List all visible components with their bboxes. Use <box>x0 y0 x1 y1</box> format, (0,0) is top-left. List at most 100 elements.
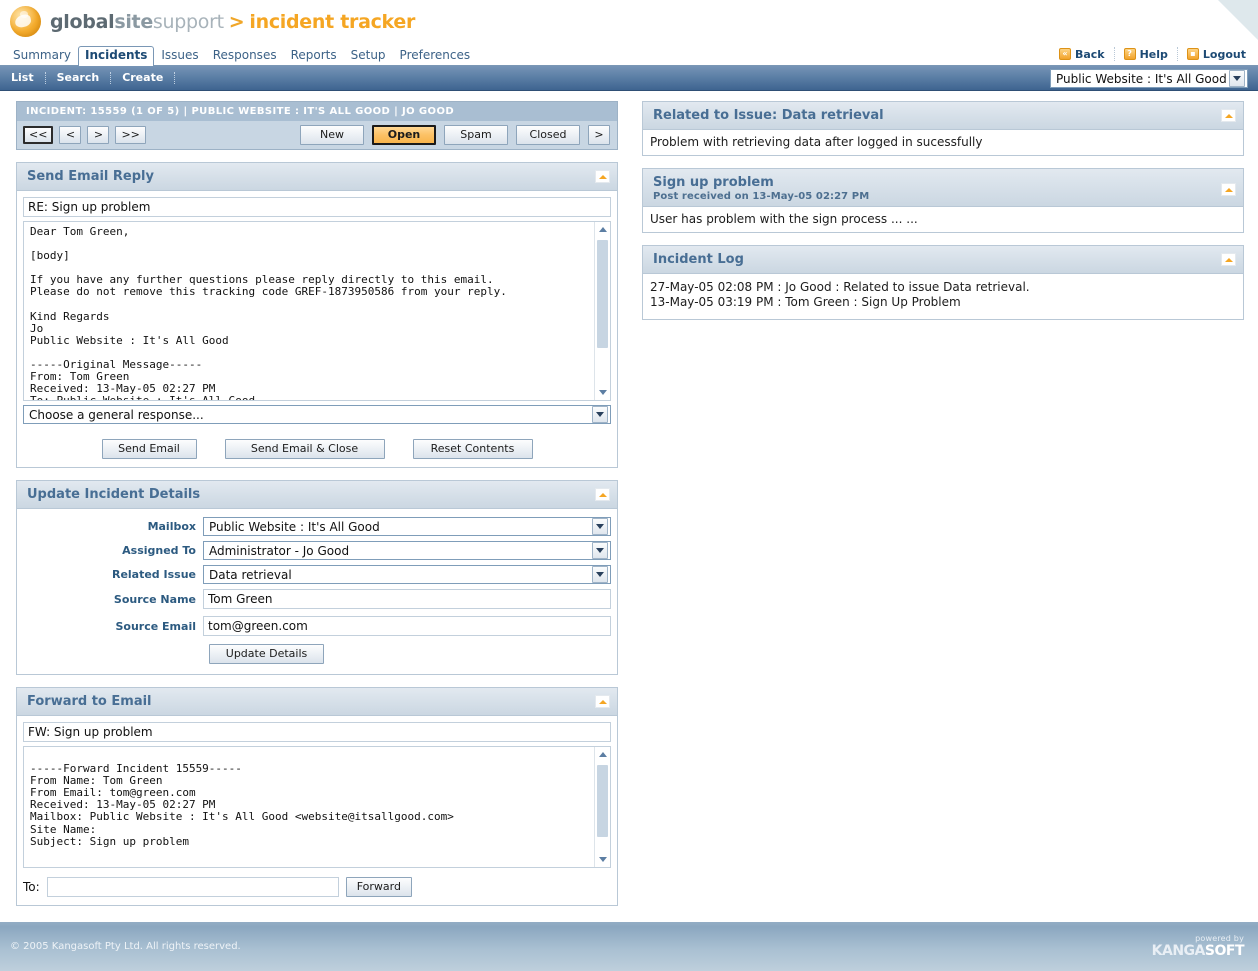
forward-to-email-body: -----Forward Incident 15559----- From Na… <box>17 716 617 905</box>
related-issue-body: Problem with retrieving data after logge… <box>643 130 1243 155</box>
assigned-to-select[interactable]: Administrator - Jo Good <box>203 541 611 560</box>
status-spam-button[interactable]: Spam <box>444 124 508 145</box>
application-page: globalsitesupport > incident tracker Summa… <box>0 0 1258 971</box>
tab-reports[interactable]: Reports <box>284 46 344 66</box>
update-incident-details-body: Mailbox Public Website : It's All Good A… <box>17 509 617 674</box>
chevron-down-icon[interactable] <box>592 406 608 423</box>
sub-navigation: List Search Create Public Website : It's… <box>0 66 1258 91</box>
chevron-up-icon[interactable] <box>1221 253 1236 266</box>
pager-first-button[interactable]: << <box>23 125 54 144</box>
scroll-up-icon[interactable] <box>595 222 610 237</box>
tab-preferences[interactable]: Preferences <box>393 46 478 66</box>
tab-setup[interactable]: Setup <box>344 46 393 66</box>
reply-subject-input[interactable] <box>23 197 611 217</box>
help-label: Help <box>1139 47 1168 61</box>
brand-text: globalsitesupport > incident tracker <box>50 11 415 33</box>
back-label: Back <box>1074 47 1105 61</box>
forward-body-textarea[interactable]: -----Forward Incident 15559----- From Na… <box>24 747 610 867</box>
field-row-related-issue: Related Issue Data retrieval <box>23 565 611 584</box>
incident-log-body: 27-May-05 02:08 PM : Jo Good : Related t… <box>643 274 1243 319</box>
brand-site: site <box>114 10 153 33</box>
forward-to-email-title: Forward to Email <box>27 694 152 709</box>
incident-log-header: Incident Log <box>643 246 1243 274</box>
vendor-name-part2: SOFT <box>1204 943 1245 959</box>
assigned-to-value: Administrator - Jo Good <box>209 543 350 558</box>
chevron-down-icon[interactable] <box>592 542 608 559</box>
field-mailbox: Public Website : It's All Good <box>203 517 611 536</box>
help-icon: ? <box>1123 48 1136 60</box>
scroll-down-icon[interactable] <box>595 385 610 400</box>
chevron-down-icon[interactable] <box>592 518 608 535</box>
chevron-up-icon[interactable] <box>1221 109 1236 122</box>
field-row-source-email: Source Email <box>23 616 611 636</box>
send-email-reply-title: Send Email Reply <box>27 169 154 184</box>
main-navigation: Summary Incidents Issues Responses Repor… <box>0 45 1258 67</box>
forward-button[interactable]: Forward <box>345 877 412 897</box>
chevron-up-icon[interactable] <box>1221 183 1236 196</box>
related-issue-select[interactable]: Data retrieval <box>203 565 611 584</box>
logout-link[interactable]: ▪ Logout <box>1178 47 1250 61</box>
chevron-up-icon[interactable] <box>595 488 610 501</box>
forward-to-email-panel: Forward to Email -----Forward Incident 1… <box>16 687 618 906</box>
reply-body-textarea[interactable]: Dear Tom Green, [body] If you have any f… <box>24 222 610 400</box>
related-issue-title: Related to Issue: Data retrieval <box>653 108 884 123</box>
scroll-up-icon[interactable] <box>595 747 610 762</box>
chevron-down-icon[interactable] <box>592 566 608 583</box>
subnav-item-search[interactable]: Search <box>46 72 112 84</box>
chevron-down-icon[interactable] <box>1229 70 1245 87</box>
scroll-down-icon[interactable] <box>595 852 610 867</box>
incident-log-entry: 13-May-05 03:19 PM : Tom Green : Sign Up… <box>650 295 961 309</box>
mailbox-detail-select[interactable]: Public Website : It's All Good <box>203 517 611 536</box>
status-open-button[interactable]: Open <box>372 124 436 145</box>
pager-prev-button[interactable]: < <box>59 125 82 144</box>
subnav-item-list[interactable]: List <box>8 72 46 84</box>
chevron-up-icon[interactable] <box>595 170 610 183</box>
related-issue-panel: Related to Issue: Data retrieval Problem… <box>642 101 1244 156</box>
post-text: User has problem with the sign process .… <box>650 212 918 226</box>
pager-next-button[interactable]: > <box>87 125 110 144</box>
forward-subject-input[interactable] <box>23 722 611 742</box>
scrollbar-thumb[interactable] <box>597 765 608 837</box>
tab-responses[interactable]: Responses <box>206 46 284 66</box>
status-new-button[interactable]: New <box>300 124 364 145</box>
send-email-and-close-button[interactable]: Send Email & Close <box>224 439 385 459</box>
update-incident-details-header: Update Incident Details <box>17 481 617 509</box>
reply-body-scrollbar[interactable] <box>594 222 610 400</box>
incident-log-panel: Incident Log 27-May-05 02:08 PM : Jo Goo… <box>642 245 1244 320</box>
incident-actions: << < > >> New Open Spam Closed > <box>17 121 617 149</box>
back-icon: « <box>1058 48 1071 60</box>
powered-by-label: powered by <box>1195 934 1244 943</box>
pager-last-button[interactable]: >> <box>115 125 146 144</box>
mailbox-select[interactable]: Public Website : It's All Good <box>1050 69 1248 88</box>
brand-logo[interactable]: globalsitesupport > incident tracker <box>10 6 415 37</box>
brand-support: support <box>152 10 224 33</box>
field-related-issue: Data retrieval <box>203 565 611 584</box>
mailbox-select-wrapper: Public Website : It's All Good <box>1050 69 1248 88</box>
reset-contents-button[interactable]: Reset Contents <box>412 439 533 459</box>
vendor-logo: powered by KANGASOFT <box>1152 934 1245 959</box>
incident-pager: << < > >> <box>23 125 146 144</box>
forward-to-input[interactable] <box>46 877 339 897</box>
source-email-input[interactable] <box>203 616 611 636</box>
status-more-button[interactable]: > <box>588 124 610 145</box>
forward-body-scrollbar[interactable] <box>594 747 610 867</box>
vendor-name: KANGASOFT <box>1152 943 1245 959</box>
source-name-input[interactable] <box>203 589 611 609</box>
scrollbar-thumb[interactable] <box>597 240 608 348</box>
tab-issues[interactable]: Issues <box>154 46 205 66</box>
copyright-text: © 2005 Kangasoft Pty Ltd. All rights res… <box>10 941 241 952</box>
send-email-button[interactable]: Send Email <box>101 439 197 459</box>
subnav-item-create[interactable]: Create <box>111 72 176 84</box>
back-link[interactable]: « Back <box>1050 47 1115 61</box>
chevron-up-icon[interactable] <box>595 695 610 708</box>
update-details-button[interactable]: Update Details <box>209 644 324 664</box>
tab-summary[interactable]: Summary <box>6 46 78 66</box>
main-content: INCIDENT: 15559 (1 OF 5) | PUBLIC WEBSIT… <box>0 91 1258 918</box>
corner-decoration <box>1218 0 1258 40</box>
related-issue-header: Related to Issue: Data retrieval <box>643 102 1243 130</box>
general-response-select[interactable]: Choose a general response... <box>23 405 611 424</box>
forward-to-label: To: <box>23 880 40 894</box>
help-link[interactable]: ? Help <box>1115 47 1178 61</box>
tab-incidents[interactable]: Incidents <box>78 46 155 67</box>
status-closed-button[interactable]: Closed <box>516 124 580 145</box>
